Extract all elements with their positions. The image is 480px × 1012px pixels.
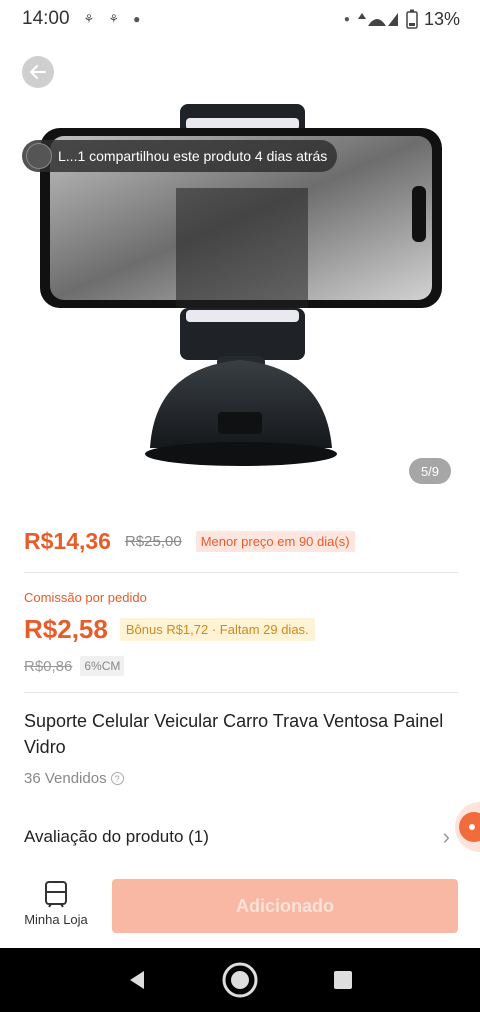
- screen: 14:00 ⚘ ⚘ ● ● 13% L...1 compartilhou est…: [0, 0, 480, 1012]
- commission-value: R$2,58: [24, 614, 108, 644]
- price-row: R$14,36 R$25,00 Menor preço em 90 dia(s): [24, 528, 458, 555]
- share-notice: L...1 compartilhou este produto 4 dias a…: [22, 140, 338, 172]
- added-button[interactable]: Adicionado: [112, 879, 458, 933]
- info-icon[interactable]: ?: [110, 772, 124, 785]
- floating-dot-icon: [459, 812, 480, 842]
- commission-old: R$0,86: [24, 657, 73, 675]
- lowest-price-badge: Menor preço em 90 dia(s): [195, 531, 355, 552]
- action-bar: Minha Loja Adicionado: [0, 866, 480, 948]
- status-time: 14:00: [22, 8, 70, 29]
- bonus-badge: Bônus R$1,72 · Faltam 29 dias.: [119, 618, 315, 641]
- divider-2: [24, 692, 458, 693]
- battery-icon: [406, 9, 418, 29]
- sold-count-text: 36 Vendidos: [24, 770, 107, 787]
- dot-icon-right: ●: [343, 13, 350, 25]
- my-store-button[interactable]: Minha Loja: [18, 880, 94, 927]
- avatar: [26, 143, 52, 169]
- recents-nav-icon[interactable]: [332, 969, 354, 991]
- back-button[interactable]: [22, 56, 54, 88]
- dot-icon: ●: [133, 12, 141, 26]
- price: R$14,36: [24, 528, 111, 554]
- battery-percent: 13%: [423, 8, 460, 29]
- sold-count: 36 Vendidos ?: [24, 770, 124, 787]
- my-store-label: Minha Loja: [24, 912, 88, 927]
- commission-rate-row: R$0,86 6%CM: [24, 656, 125, 676]
- home-nav-icon[interactable]: [221, 961, 259, 999]
- product-image-area[interactable]: L...1 compartilhou este produto 4 dias a…: [0, 38, 480, 526]
- divider: [24, 572, 458, 573]
- reviews-row[interactable]: Avaliação do produto (1) ›: [24, 824, 450, 850]
- back-nav-icon[interactable]: [126, 969, 148, 991]
- reviews-label: Avaliação do produto (1): [24, 827, 209, 846]
- commission-label: Comissão por pedido: [24, 590, 147, 605]
- status-left: 14:00 ⚘ ⚘ ●: [22, 8, 140, 30]
- old-price: R$25,00: [124, 533, 182, 550]
- product-image: [40, 104, 442, 466]
- commission-row: R$2,58 Bônus R$1,72 · Faltam 29 dias.: [24, 614, 315, 645]
- commission-rate-badge: 6%CM: [80, 656, 125, 676]
- image-counter: 5/9: [409, 458, 451, 484]
- store-icon: [45, 881, 67, 908]
- notification-icon-2: ⚘: [108, 12, 120, 26]
- floating-assistant-button[interactable]: [455, 802, 480, 852]
- arrow-left-icon: [30, 65, 46, 79]
- status-right: ● 13%: [344, 9, 460, 30]
- product-title: Suporte Celular Veicular Carro Trava Ven…: [24, 711, 444, 757]
- signal-icon: [357, 13, 398, 26]
- notification-icon: ⚘: [83, 12, 95, 26]
- share-notice-text: L...1 compartilhou este produto 4 dias a…: [58, 148, 328, 164]
- chevron-right-icon: ›: [442, 824, 450, 849]
- navigation-bar: [0, 948, 480, 1012]
- status-bar: 14:00 ⚘ ⚘ ● ● 13%: [0, 0, 480, 38]
